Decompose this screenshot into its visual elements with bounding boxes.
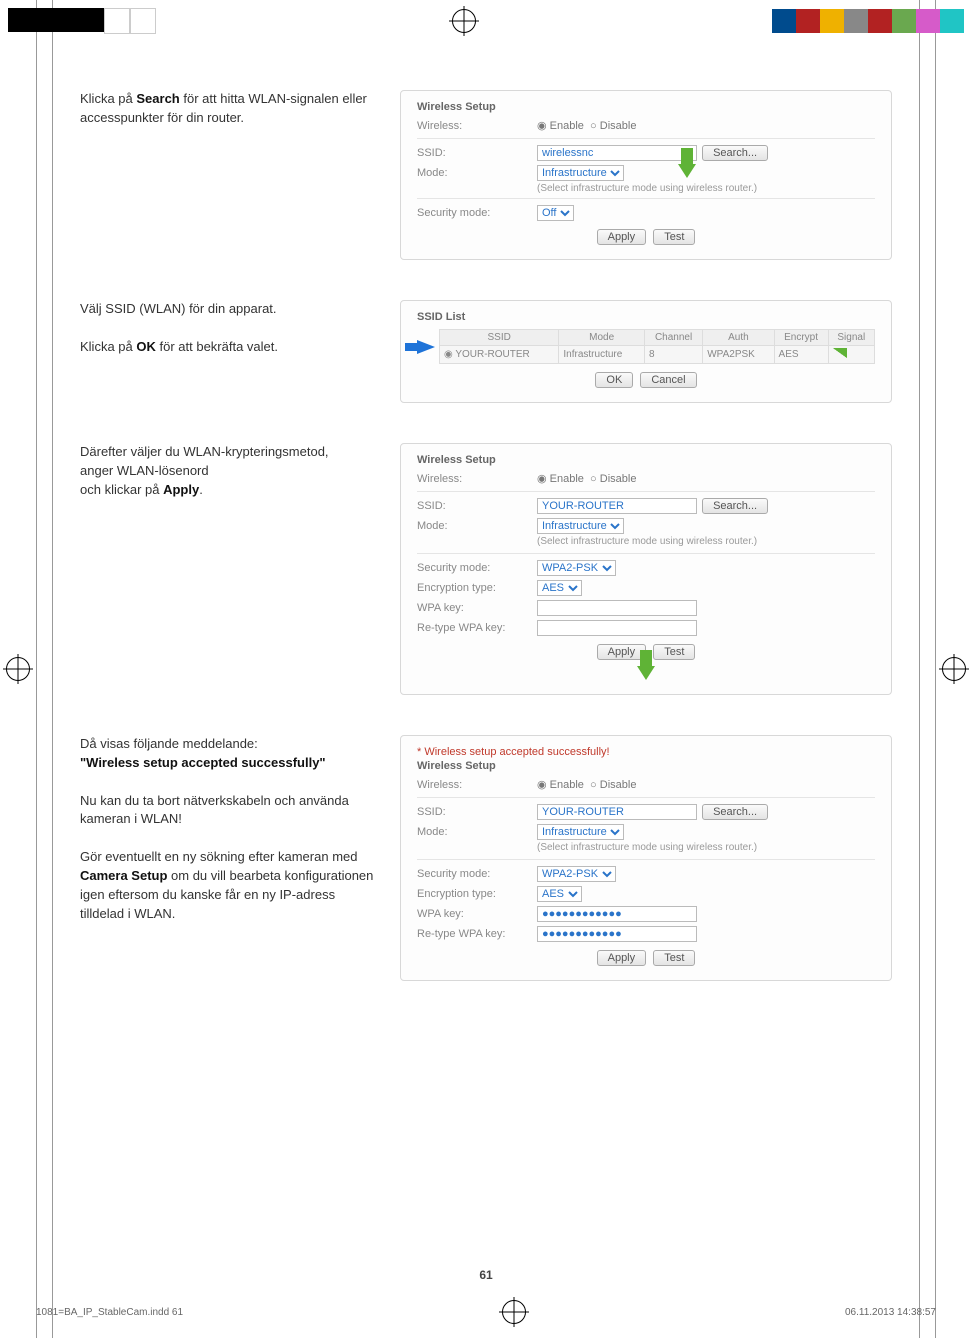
green-arrow-icon bbox=[678, 164, 696, 178]
crop-strip-right bbox=[772, 9, 964, 33]
wireless-setup-panel-1: Wireless Setup Wireless: ◉ Enable ○ Disa… bbox=[400, 90, 892, 260]
mode-select[interactable]: Infrastructure bbox=[537, 165, 624, 181]
crop-marks-top bbox=[8, 8, 964, 34]
security-label: Security mode: bbox=[417, 868, 537, 880]
table-row[interactable]: ◉ YOUR-ROUTER Infrastructure 8 WPA2PSK A… bbox=[440, 346, 875, 364]
disable-radio[interactable]: ○ Disable bbox=[590, 473, 636, 485]
mode-label: Mode: bbox=[417, 520, 537, 532]
ssid-label: SSID: bbox=[417, 500, 537, 512]
retype-wpa-key-input[interactable] bbox=[537, 620, 697, 636]
footer-timestamp: 06.11.2013 14:38:57 bbox=[845, 1307, 936, 1318]
registration-mark-bottom-icon bbox=[502, 1300, 526, 1324]
mode-select[interactable]: Infrastructure bbox=[537, 824, 624, 840]
wpa-key-input[interactable] bbox=[537, 906, 697, 922]
encryption-select[interactable]: AES bbox=[537, 886, 582, 902]
mode-label: Mode: bbox=[417, 826, 537, 838]
registration-mark-icon bbox=[452, 9, 476, 33]
ssid-input[interactable] bbox=[537, 145, 697, 161]
ssid-list-panel: SSID List SSID Mode Channel Auth Encrypt… bbox=[400, 300, 892, 403]
panel-title: Wireless Setup bbox=[417, 101, 875, 113]
wireless-label: Wireless: bbox=[417, 120, 537, 132]
mode-note: (Select infrastructure mode using wirele… bbox=[537, 842, 875, 853]
ssid-table: SSID Mode Channel Auth Encrypt Signal ◉ … bbox=[439, 329, 875, 364]
encryption-select[interactable]: AES bbox=[537, 580, 582, 596]
wireless-setup-panel-3: Wireless Setup Wireless: ◉ Enable ○ Disa… bbox=[400, 443, 892, 695]
search-button[interactable]: Search... bbox=[702, 498, 768, 514]
instruction-step2: Välj SSID (WLAN) för din apparat. Klicka… bbox=[80, 300, 400, 357]
registration-mark-right-icon bbox=[942, 657, 966, 681]
enable-radio[interactable]: ◉ Enable bbox=[537, 472, 584, 485]
instruction-step1: Klicka på Search för att hitta WLAN-sign… bbox=[80, 90, 400, 128]
wireless-label: Wireless: bbox=[417, 779, 537, 791]
security-label: Security mode: bbox=[417, 562, 537, 574]
wpa-label: WPA key: bbox=[417, 602, 537, 614]
test-button[interactable]: Test bbox=[653, 644, 695, 660]
cancel-button[interactable]: Cancel bbox=[640, 372, 696, 388]
ssid-input[interactable] bbox=[537, 498, 697, 514]
apply-button[interactable]: Apply bbox=[597, 644, 647, 660]
th-mode: Mode bbox=[559, 330, 645, 346]
th-auth: Auth bbox=[703, 330, 774, 346]
rewpa-label: Re-type WPA key: bbox=[417, 928, 537, 940]
mode-note: (Select infrastructure mode using wirele… bbox=[537, 536, 875, 547]
th-encrypt: Encrypt bbox=[774, 330, 828, 346]
green-arrow-icon bbox=[637, 666, 655, 680]
panel-title: SSID List bbox=[417, 311, 875, 323]
enable-radio[interactable]: ◉ Enable bbox=[537, 119, 584, 132]
footer: 1081=BA_IP_StableCam.indd 61 06.11.2013 … bbox=[36, 1300, 936, 1324]
security-select[interactable]: WPA2-PSK bbox=[537, 866, 616, 882]
encryption-label: Encryption type: bbox=[417, 582, 537, 594]
disable-radio[interactable]: ○ Disable bbox=[590, 779, 636, 791]
security-select[interactable]: Off bbox=[537, 205, 574, 221]
encryption-label: Encryption type: bbox=[417, 888, 537, 900]
ssid-input[interactable] bbox=[537, 804, 697, 820]
search-button[interactable]: Search... bbox=[702, 145, 768, 161]
page-number: 61 bbox=[0, 1268, 972, 1282]
wireless-label: Wireless: bbox=[417, 473, 537, 485]
test-button[interactable]: Test bbox=[653, 950, 695, 966]
registration-mark-left-icon bbox=[6, 657, 30, 681]
instruction-step3: Därefter väljer du WLAN-krypteringsmetod… bbox=[80, 443, 400, 500]
rewpa-label: Re-type WPA key: bbox=[417, 622, 537, 634]
apply-button[interactable]: Apply bbox=[597, 950, 647, 966]
ssid-label: SSID: bbox=[417, 147, 537, 159]
wpa-key-input[interactable] bbox=[537, 600, 697, 616]
search-button[interactable]: Search... bbox=[702, 804, 768, 820]
success-message: * Wireless setup accepted successfully! bbox=[417, 746, 875, 758]
panel-title: Wireless Setup bbox=[417, 454, 875, 466]
footer-file: 1081=BA_IP_StableCam.indd 61 bbox=[36, 1307, 183, 1318]
apply-button[interactable]: Apply bbox=[597, 229, 647, 245]
crop-strip-left bbox=[8, 8, 156, 34]
ok-button[interactable]: OK bbox=[595, 372, 633, 388]
th-ssid: SSID bbox=[440, 330, 559, 346]
mode-select[interactable]: Infrastructure bbox=[537, 518, 624, 534]
mode-note: (Select infrastructure mode using wirele… bbox=[537, 183, 875, 194]
th-channel: Channel bbox=[644, 330, 702, 346]
wpa-label: WPA key: bbox=[417, 908, 537, 920]
test-button[interactable]: Test bbox=[653, 229, 695, 245]
mode-label: Mode: bbox=[417, 167, 537, 179]
disable-radio[interactable]: ○ Disable bbox=[590, 120, 636, 132]
enable-radio[interactable]: ◉ Enable bbox=[537, 778, 584, 791]
blue-arrow-icon bbox=[417, 340, 435, 354]
instruction-step4: Då visas följande meddelande: "Wireless … bbox=[80, 735, 400, 923]
security-select[interactable]: WPA2-PSK bbox=[537, 560, 616, 576]
retype-wpa-key-input[interactable] bbox=[537, 926, 697, 942]
security-label: Security mode: bbox=[417, 207, 537, 219]
ssid-label: SSID: bbox=[417, 806, 537, 818]
signal-icon bbox=[833, 348, 847, 358]
th-signal: Signal bbox=[828, 330, 874, 346]
panel-title: Wireless Setup bbox=[417, 760, 875, 772]
wireless-setup-panel-4: * Wireless setup accepted successfully! … bbox=[400, 735, 892, 981]
